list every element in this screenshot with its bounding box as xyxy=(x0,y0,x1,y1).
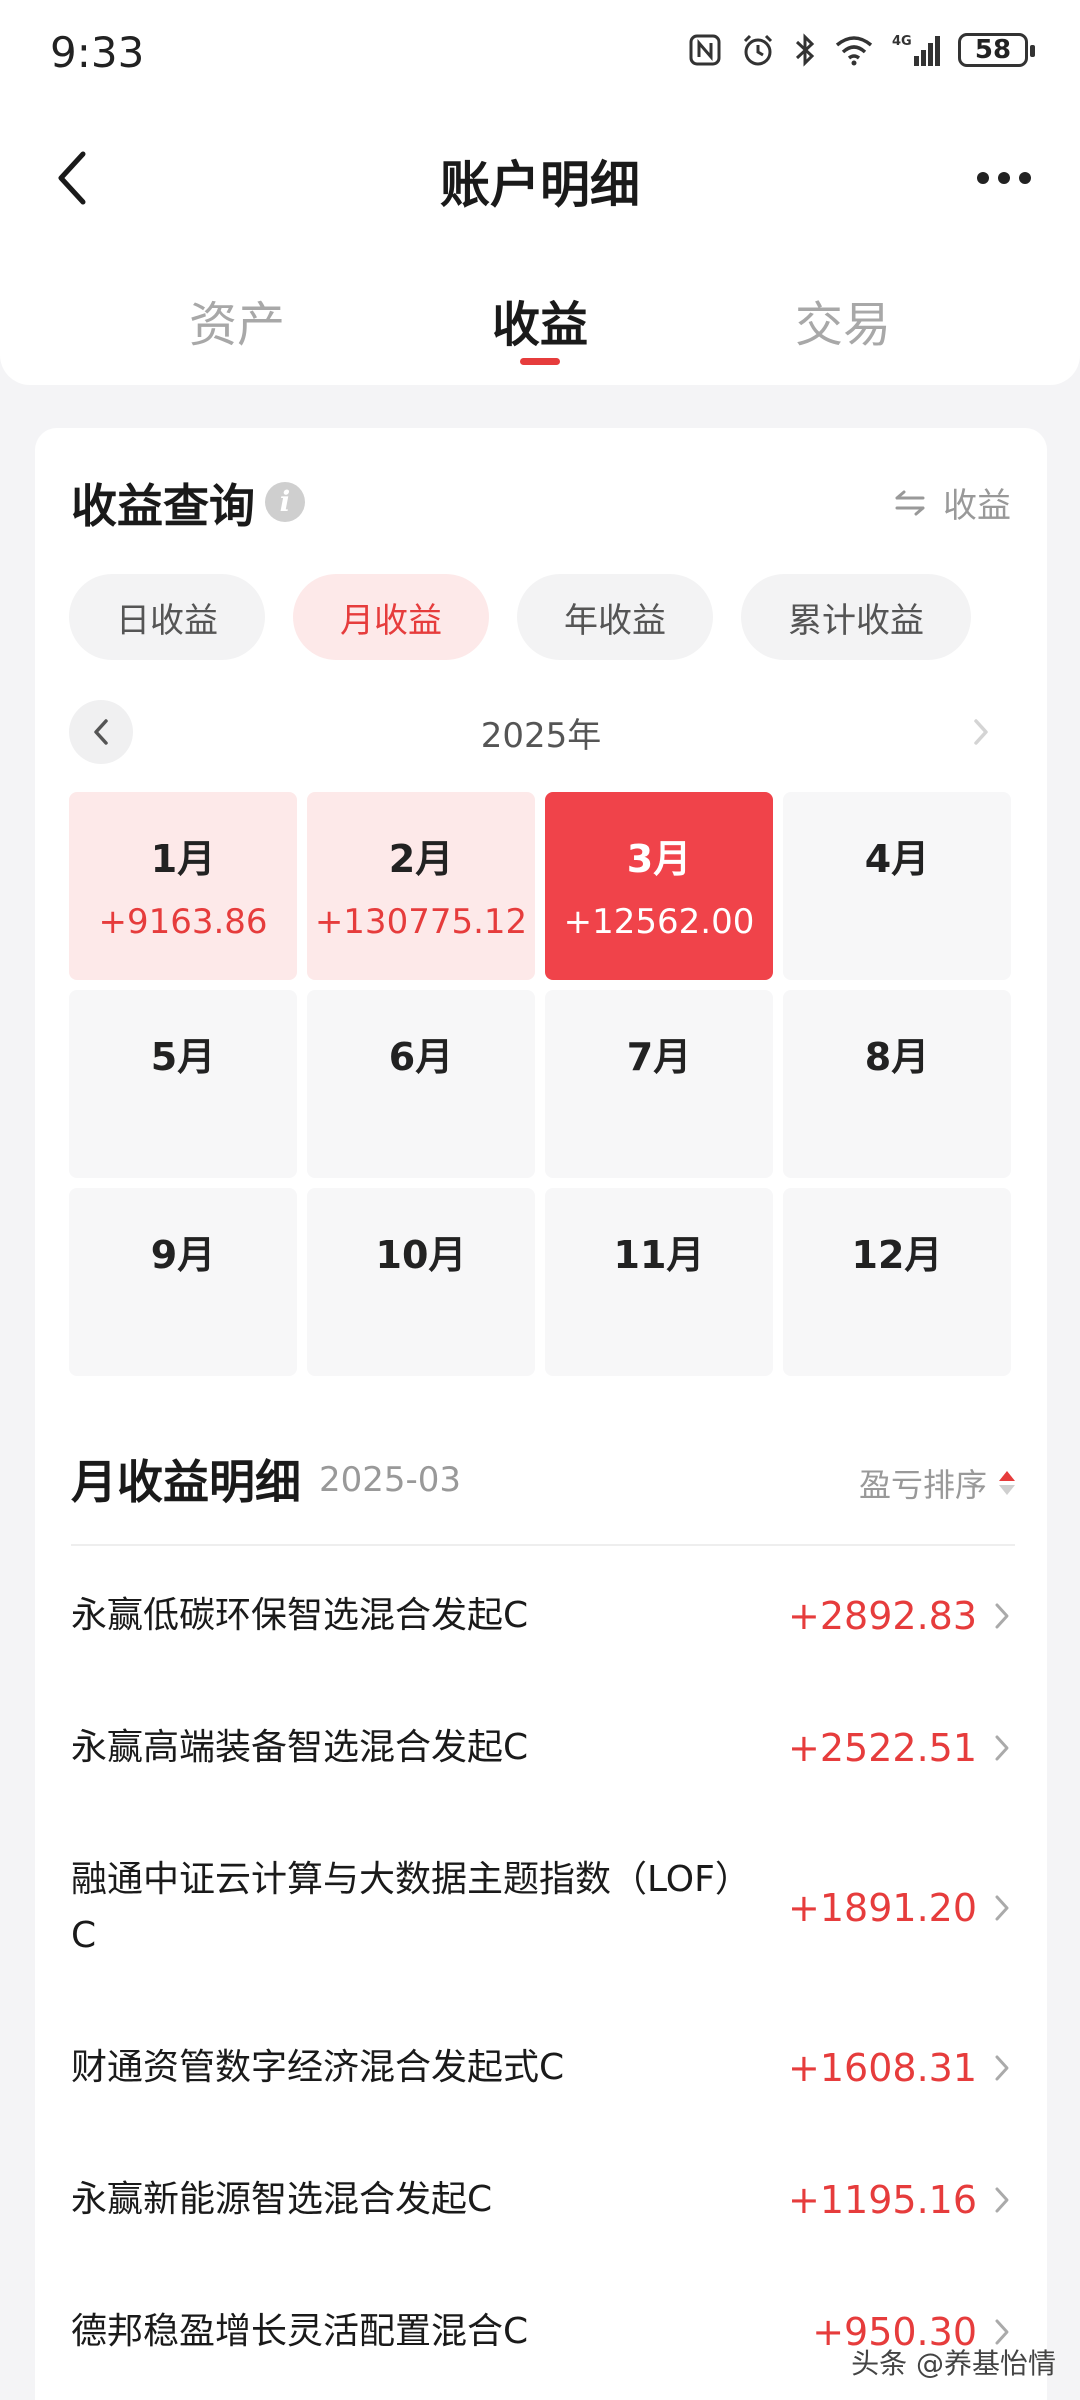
chevron-right-icon xyxy=(989,1888,1015,1928)
query-title: 收益查询 xyxy=(71,479,255,533)
month-earnings: +130775.12 xyxy=(314,902,528,942)
month-name: 2月 xyxy=(388,837,454,881)
detail-period: 2025-03 xyxy=(319,1460,462,1500)
year-label: 2025年 xyxy=(480,716,602,756)
month-cell[interactable]: 12月 xyxy=(783,1188,1011,1376)
month-cell[interactable]: 1月 +9163.86 xyxy=(69,792,297,980)
swap-arrows-icon xyxy=(895,490,925,515)
network-type: 4G xyxy=(892,34,912,49)
month-cell[interactable]: 4月 xyxy=(783,792,1011,980)
month-name: 5月 xyxy=(150,1035,216,1079)
fund-earnings: +1195.16 xyxy=(788,2178,977,2222)
month-cell[interactable]: 5月 xyxy=(69,990,297,1178)
period-segments: 日收益 月收益 年收益 累计收益 xyxy=(69,574,971,660)
month-name: 10月 xyxy=(375,1233,467,1277)
fund-row[interactable]: 永赢新能源智选混合发起C +1195.16 xyxy=(71,2134,1015,2266)
month-name: 12月 xyxy=(851,1233,943,1277)
month-cell[interactable]: 10月 xyxy=(307,1188,535,1376)
month-earnings: +9163.86 xyxy=(98,902,268,942)
tab-transactions[interactable]: 交易 xyxy=(743,285,943,355)
switch-metric-button[interactable]: 收益 xyxy=(893,478,1011,527)
sort-arrows-icon xyxy=(999,1471,1015,1495)
nav-bar: 账户明细 xyxy=(0,115,1080,245)
month-name: 1月 xyxy=(150,837,216,881)
chevron-right-icon xyxy=(989,2180,1015,2220)
month-cell[interactable]: 7月 xyxy=(545,990,773,1178)
battery-icon: 58 xyxy=(958,33,1035,67)
month-name: 4月 xyxy=(864,837,930,881)
segment-yearly[interactable]: 年收益 xyxy=(517,574,713,660)
month-name: 7月 xyxy=(626,1035,692,1079)
active-tab-indicator xyxy=(520,358,560,365)
month-cell[interactable]: 3月 +12562.00 xyxy=(545,792,773,980)
fund-name: 财通资管数字经济混合发起式C xyxy=(71,2047,565,2088)
status-icons: 4G 58 xyxy=(688,32,1035,68)
more-options-button[interactable] xyxy=(964,143,1044,213)
month-name: 3月 xyxy=(626,837,692,881)
month-name: 8月 xyxy=(864,1035,930,1079)
chevron-right-icon xyxy=(989,2048,1015,2088)
more-dot-icon xyxy=(1019,172,1031,184)
fund-row[interactable]: 永赢高端装备智选混合发起C +2522.51 xyxy=(71,1682,1015,1814)
page: 9:33 4G 58 账户明细 资产 收益 交易 收益查询 i 收益 日收益 月… xyxy=(0,0,1080,2400)
nfc-icon xyxy=(689,34,721,66)
wifi-icon xyxy=(835,36,873,66)
month-earnings: +12562.00 xyxy=(563,902,755,942)
segment-monthly[interactable]: 月收益 xyxy=(293,574,489,660)
fund-name: 永赢高端装备智选混合发起C xyxy=(71,1727,529,1768)
tab-assets[interactable]: 资产 xyxy=(137,285,337,355)
sort-by-pnl-button[interactable]: 盈亏排序 xyxy=(859,1460,1015,1506)
year-selector: 2025年 xyxy=(69,700,1013,764)
detail-header: 月收益明细 2025-03 盈亏排序 xyxy=(71,1436,1015,1512)
month-cell[interactable]: 9月 xyxy=(69,1188,297,1376)
more-dot-icon xyxy=(998,172,1010,184)
more-dot-icon xyxy=(977,172,989,184)
info-icon[interactable]: i xyxy=(265,482,305,522)
earnings-card: 收益查询 i 收益 日收益 月收益 年收益 累计收益 2025年 1月 +916… xyxy=(35,428,1047,2400)
fund-name: 融通中证云计算与大数据主题指数（LOF）C xyxy=(71,1859,751,1956)
month-grid: 1月 +9163.86 2月 +130775.12 3月 +12562.00 4月 5月 6月 7… xyxy=(69,792,1015,1376)
page-title: 账户明细 xyxy=(440,156,640,214)
month-cell[interactable]: 6月 xyxy=(307,990,535,1178)
month-cell[interactable]: 2月 +130775.12 xyxy=(307,792,535,980)
month-cell[interactable]: 8月 xyxy=(783,990,1011,1178)
watermark: 头条 @养基怡情 xyxy=(851,2347,1056,2380)
segment-daily[interactable]: 日收益 xyxy=(69,574,265,660)
month-cell[interactable]: 11月 xyxy=(545,1188,773,1376)
alarm-icon xyxy=(743,34,773,66)
fund-name: 永赢低碳环保智选混合发起C xyxy=(71,1595,529,1636)
fund-list: 永赢低碳环保智选混合发起C +2892.83 永赢高端装备智选混合发起C +2522.… xyxy=(71,1550,1015,2398)
fund-earnings: +2522.51 xyxy=(788,1726,977,1770)
status-bar: 9:33 4G 58 xyxy=(0,0,1080,115)
sort-label: 盈亏排序 xyxy=(858,1466,987,1504)
tab-bar: 资产 收益 交易 xyxy=(0,245,1080,385)
fund-row[interactable]: 永赢低碳环保智选混合发起C +2892.83 xyxy=(71,1550,1015,1682)
bluetooth-icon xyxy=(795,33,815,67)
cellular-signal-icon: 4G xyxy=(892,34,940,66)
fund-row[interactable]: 财通资管数字经济混合发起式C +1608.31 xyxy=(71,2002,1015,2134)
chevron-right-icon xyxy=(989,1596,1015,1636)
fund-earnings: +1891.20 xyxy=(788,1886,977,1930)
month-name: 6月 xyxy=(388,1035,454,1079)
switch-metric-label: 收益 xyxy=(943,486,1011,526)
chevron-right-icon xyxy=(974,719,988,745)
fund-earnings: +2892.83 xyxy=(788,1594,977,1638)
detail-title: 月收益明细 xyxy=(71,1455,301,1509)
month-name: 9月 xyxy=(150,1233,216,1277)
next-year-button[interactable] xyxy=(949,700,1013,764)
divider xyxy=(71,1544,1015,1546)
chevron-right-icon xyxy=(989,1728,1015,1768)
tab-earnings[interactable]: 收益 xyxy=(440,285,640,355)
fund-row[interactable]: 融通中证云计算与大数据主题指数（LOF）C +1891.20 xyxy=(71,1814,1015,2002)
fund-name: 永赢新能源智选混合发起C xyxy=(71,2179,493,2220)
month-name: 11月 xyxy=(613,1233,705,1277)
segment-cumulative[interactable]: 累计收益 xyxy=(741,574,971,660)
fund-name: 德邦稳盈增长灵活配置混合C xyxy=(71,2311,529,2352)
status-time: 9:33 xyxy=(50,28,145,77)
fund-earnings: +1608.31 xyxy=(788,2046,977,2090)
